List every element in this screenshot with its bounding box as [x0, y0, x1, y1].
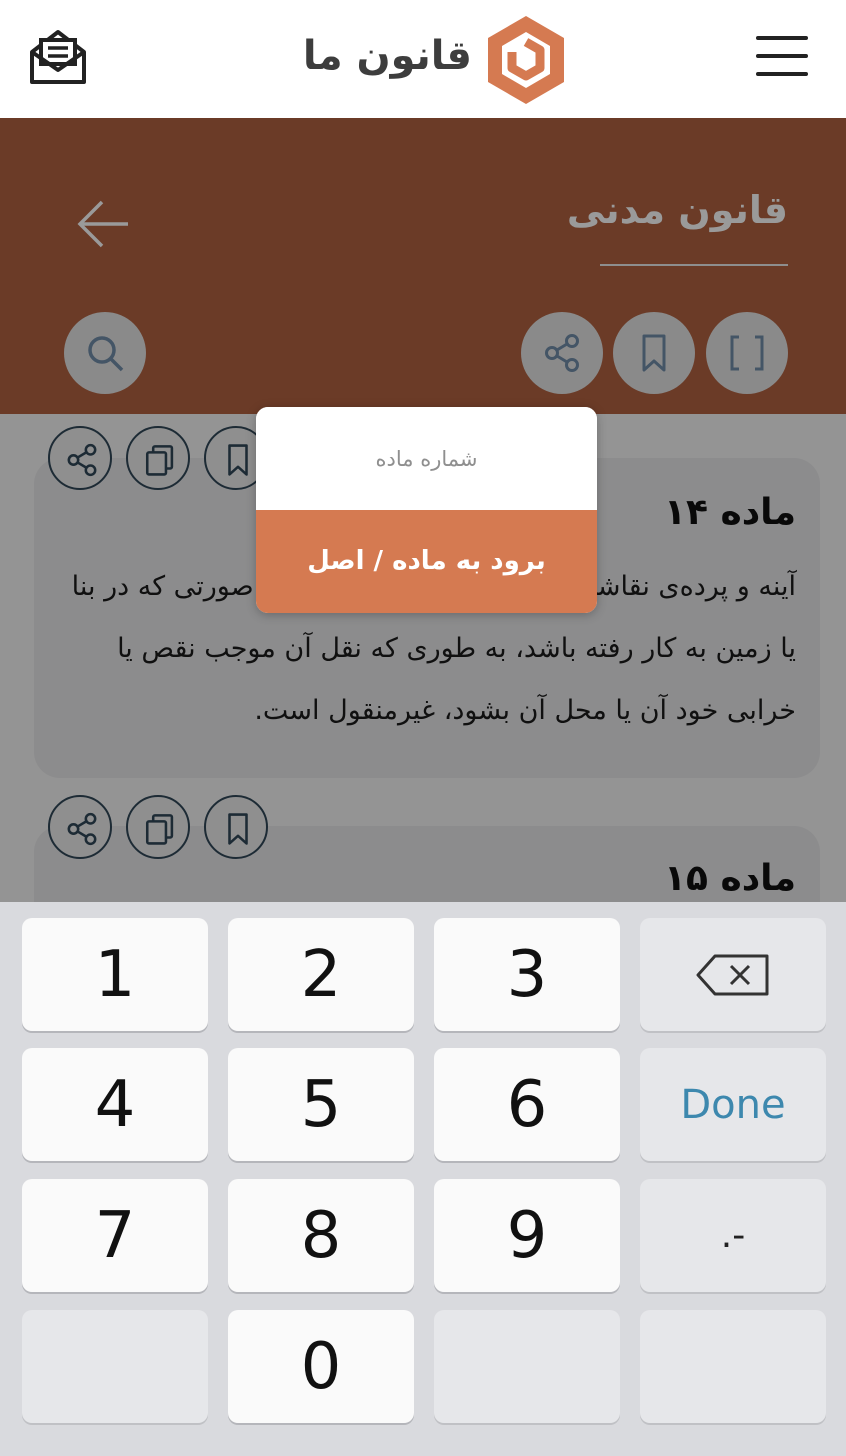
- search-button[interactable]: [64, 312, 146, 394]
- title-underline: [600, 264, 788, 266]
- backspace-icon: [696, 954, 769, 995]
- fullscreen-button[interactable]: [706, 312, 788, 394]
- article-number-input[interactable]: [256, 407, 597, 510]
- back-arrow-icon[interactable]: [74, 196, 134, 252]
- key-4[interactable]: 4: [22, 1048, 208, 1161]
- backspace-key[interactable]: [640, 918, 826, 1031]
- empty-key: [434, 1310, 620, 1423]
- go-to-article-button[interactable]: برود به ماده / اصل: [256, 510, 597, 613]
- share-button[interactable]: [521, 312, 603, 394]
- key-1[interactable]: 1: [22, 918, 208, 1031]
- bookmark-button[interactable]: [613, 312, 695, 394]
- symbols-key[interactable]: .-: [640, 1179, 826, 1292]
- key-0[interactable]: 0: [228, 1310, 414, 1423]
- key-6[interactable]: 6: [434, 1048, 620, 1161]
- key-7[interactable]: 7: [22, 1179, 208, 1292]
- inbox-icon[interactable]: [26, 28, 90, 88]
- app-logo-text: قانون ما: [302, 33, 472, 79]
- empty-key: [22, 1310, 208, 1423]
- search-icon: [88, 336, 124, 372]
- brackets-icon: [730, 335, 764, 371]
- go-to-article-dialog: برود به ماده / اصل: [256, 407, 597, 613]
- numeric-keypad: 1 2 3 4 5 6 Done 7 8 9 .- 0: [0, 902, 846, 1456]
- law-header: قانون مدنی: [0, 118, 846, 414]
- key-8[interactable]: 8: [228, 1179, 414, 1292]
- key-3[interactable]: 3: [434, 918, 620, 1031]
- bookmark-icon: [642, 334, 666, 372]
- done-key[interactable]: Done: [640, 1048, 826, 1161]
- key-2[interactable]: 2: [228, 918, 414, 1031]
- key-9[interactable]: 9: [434, 1179, 620, 1292]
- empty-key: [640, 1310, 826, 1423]
- top-app-bar: قانون ما: [0, 0, 846, 118]
- hamburger-menu-icon[interactable]: [756, 34, 808, 80]
- key-5[interactable]: 5: [228, 1048, 414, 1161]
- share-icon: [545, 334, 579, 372]
- page-title: قانون مدنی: [566, 188, 788, 232]
- app-logo-icon: [482, 12, 570, 108]
